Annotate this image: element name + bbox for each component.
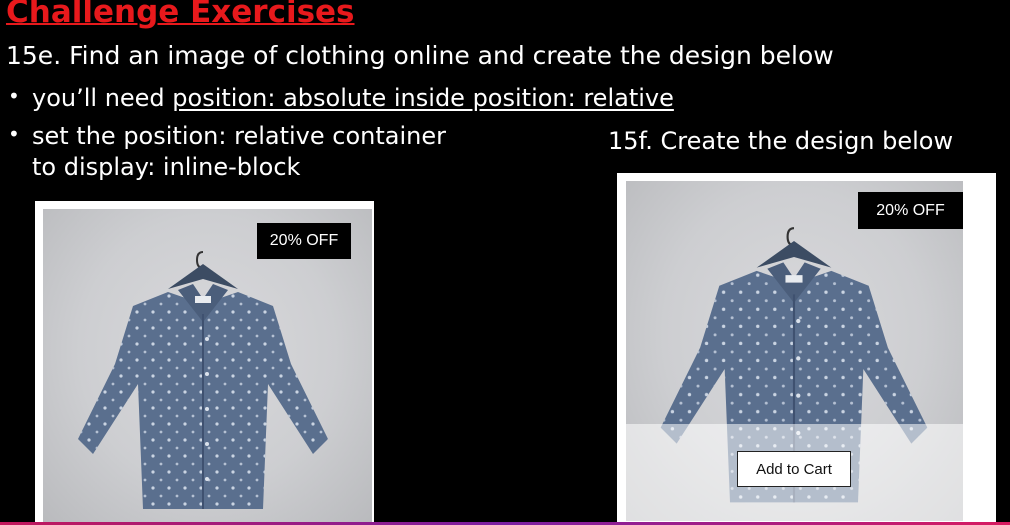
add-to-cart-button[interactable]: Add to Cart bbox=[737, 451, 851, 487]
product-card-15f: 20% OFF Add to Cart bbox=[617, 173, 996, 525]
bullet-icon: • bbox=[8, 84, 20, 108]
product-card-15e: 20% OFF bbox=[35, 201, 374, 525]
bullet-1-prefix: you’ll need bbox=[32, 84, 173, 112]
discount-badge: 20% OFF bbox=[858, 192, 963, 229]
bullet-1-code: position: absolute inside position: rela… bbox=[172, 84, 674, 112]
exercise-15f-title: 15f. Create the design below bbox=[608, 127, 954, 155]
bullet-2-line-1: set the position: relative container bbox=[32, 122, 446, 150]
product-photo: 20% OFF bbox=[43, 209, 372, 525]
bullet-1: • you’ll need position: absolute inside … bbox=[8, 83, 674, 114]
bullet-2: • set the position: relative container t… bbox=[8, 121, 446, 183]
bullet-icon: • bbox=[8, 122, 20, 146]
slide-title: Challenge Exercises bbox=[6, 0, 355, 30]
shirt-image bbox=[78, 251, 328, 509]
bullet-2-line-2: to display: inline-block bbox=[32, 153, 301, 182]
discount-badge: 20% OFF bbox=[257, 223, 351, 259]
exercise-15e-title: 15e. Find an image of clothing online an… bbox=[6, 41, 834, 70]
product-photo: 20% OFF Add to Cart bbox=[626, 181, 963, 521]
